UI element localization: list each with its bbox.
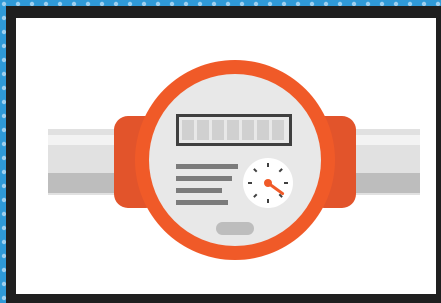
pipe-right	[350, 129, 420, 195]
counter-digit	[242, 120, 254, 140]
counter-digit	[272, 120, 284, 140]
water-meter-illustration	[0, 0, 441, 303]
dial-hub	[264, 179, 272, 187]
counter-display-icon	[176, 114, 292, 146]
counter-digit	[182, 120, 194, 140]
counter-digit	[257, 120, 269, 140]
counter-digit	[197, 120, 209, 140]
illustration-canvas	[0, 0, 441, 303]
meter-button	[216, 222, 254, 235]
dial-gauge-icon	[243, 158, 293, 208]
counter-digit	[227, 120, 239, 140]
counter-digit	[212, 120, 224, 140]
counter-digits	[182, 120, 284, 140]
meter-face	[149, 74, 321, 246]
